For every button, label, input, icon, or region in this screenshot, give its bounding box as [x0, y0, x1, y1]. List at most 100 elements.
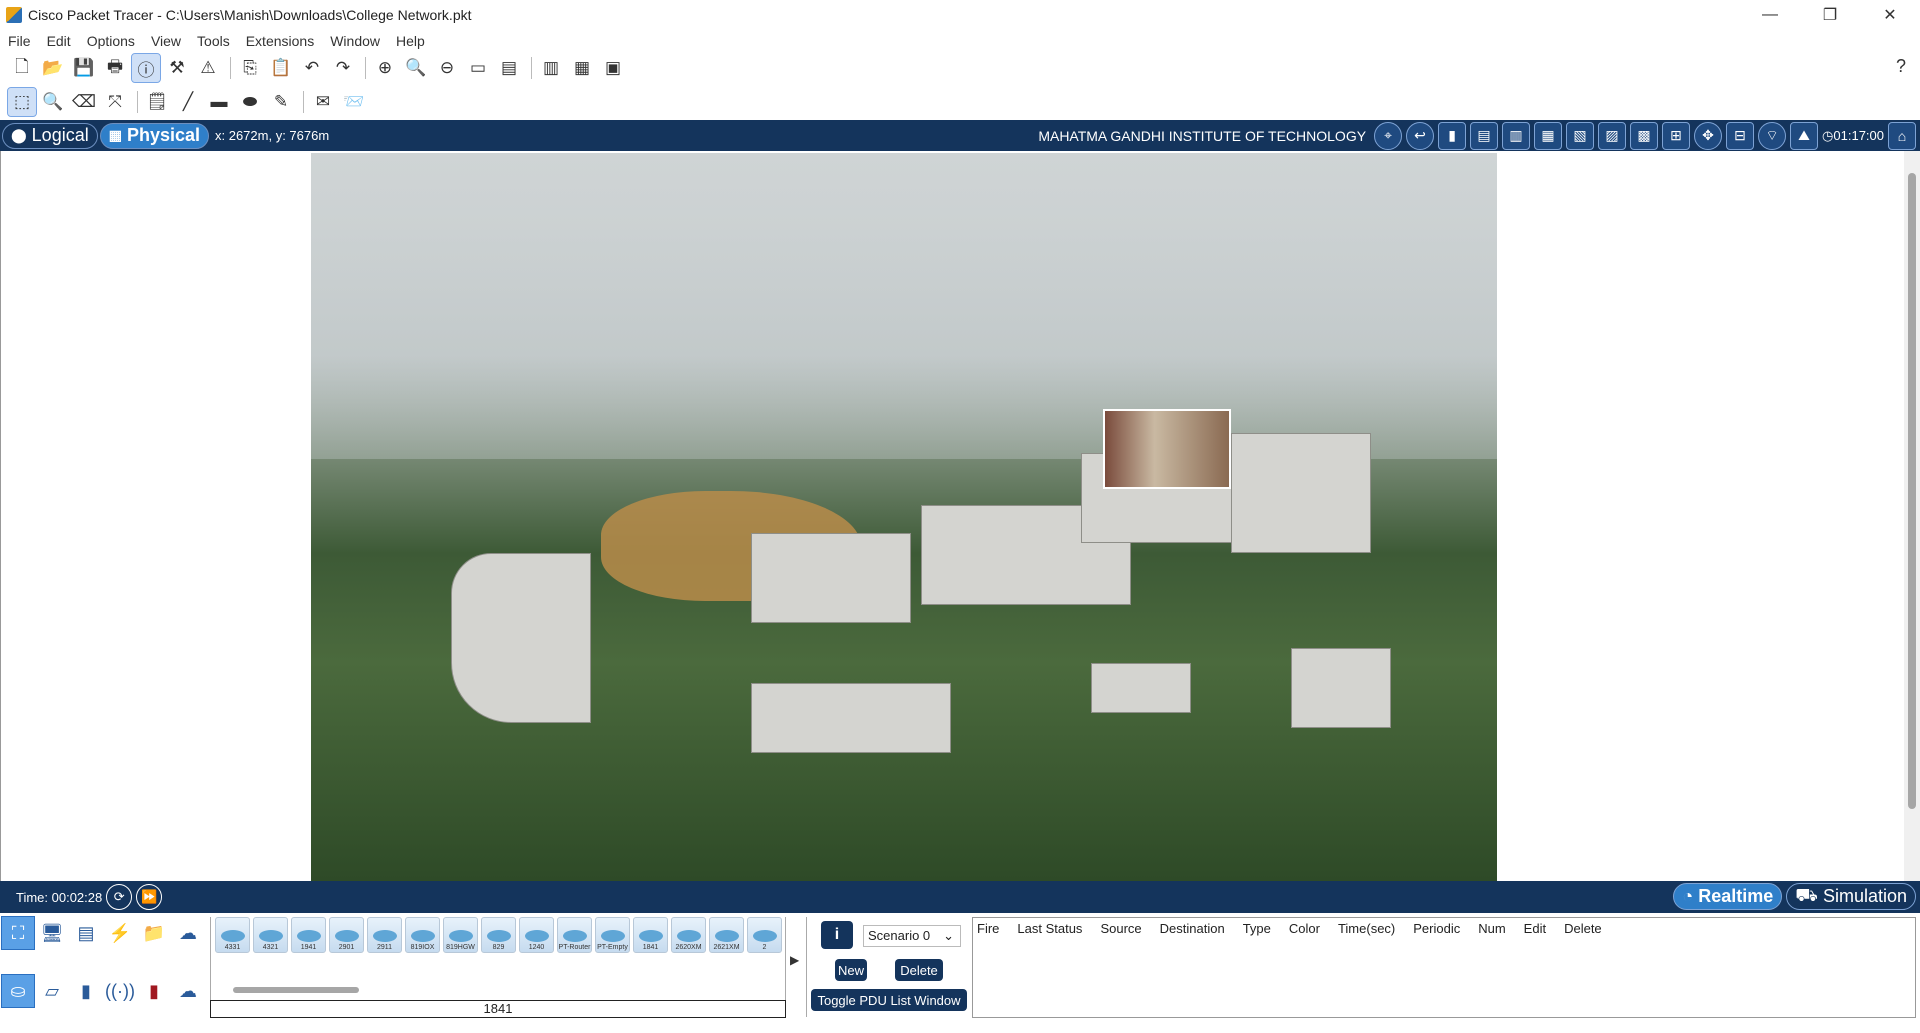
new-file-icon[interactable]: 🗋	[8, 54, 36, 82]
menu-help[interactable]: Help	[396, 33, 425, 49]
pan-icon[interactable]: ✥	[1694, 121, 1723, 150]
move-object-icon[interactable]: ▩	[1630, 121, 1659, 150]
vertical-scrollbar[interactable]	[1904, 151, 1920, 881]
grid-icon[interactable]: ⊞	[1662, 121, 1691, 150]
freeform-icon[interactable]: ✎	[267, 88, 295, 116]
new-closet-icon[interactable]: ▤	[1470, 121, 1499, 150]
physical-workspace[interactable]	[0, 151, 1920, 881]
menu-window[interactable]: Window	[330, 33, 380, 49]
undo-icon[interactable]: ↶	[298, 54, 326, 82]
menu-edit[interactable]: Edit	[47, 33, 71, 49]
close-button[interactable]: ✕	[1860, 0, 1920, 30]
device-pt-router[interactable]: PT-Router	[557, 917, 592, 953]
device-2911[interactable]: 2911	[367, 917, 402, 953]
security-icon[interactable]: ▮	[138, 975, 170, 1007]
college-building-thumbnail[interactable]	[1103, 409, 1231, 489]
device-1841[interactable]: 1841	[633, 917, 668, 953]
tab-physical[interactable]: ▦ Physical	[99, 122, 209, 149]
network-devices-icon[interactable]: ⛶	[1, 916, 35, 950]
components-icon[interactable]: ▤	[70, 917, 102, 949]
resize-tool-icon[interactable]: ⤧	[101, 88, 129, 116]
new-rack-icon[interactable]: ▥	[1502, 121, 1531, 150]
menu-extensions[interactable]: Extensions	[246, 33, 314, 49]
complex-pdu-icon[interactable]: 📨	[340, 88, 368, 116]
redo-icon[interactable]: ↷	[329, 54, 357, 82]
device-819hgw[interactable]: 819HGW	[443, 917, 478, 953]
device-4321[interactable]: 4321	[253, 917, 288, 953]
draw-line-icon[interactable]: ╱	[174, 88, 202, 116]
routers-icon[interactable]: ⛀	[1, 974, 35, 1008]
power-cycle-icon[interactable]: ⟳	[106, 884, 133, 910]
help-icon[interactable]: ?	[1896, 56, 1906, 77]
connections-icon[interactable]: ⚡	[104, 917, 136, 949]
server-rack-icon[interactable]: ▦	[568, 54, 596, 82]
drawing-palette-icon[interactable]: ▭	[464, 54, 492, 82]
device-2620xm[interactable]: 2620XM	[671, 917, 706, 953]
background-image-icon[interactable]: ⛰	[1790, 121, 1819, 150]
scenario-select[interactable]: Scenario 0 ⌄	[863, 925, 961, 947]
device-1941[interactable]: 1941	[291, 917, 326, 953]
select-tool-icon[interactable]: ⬚	[7, 87, 37, 117]
save-icon[interactable]: 💾	[70, 54, 98, 82]
device-2901[interactable]: 2901	[329, 917, 364, 953]
device-819iox[interactable]: 819IOX	[405, 917, 440, 953]
zoom-reset-icon[interactable]: 🔍	[402, 54, 430, 82]
menu-view[interactable]: View	[151, 33, 181, 49]
working-closet-icon[interactable]: ⊟	[1726, 121, 1755, 150]
end-devices-icon[interactable]: 🖥	[36, 917, 68, 949]
network-info-icon[interactable]: ⚒	[163, 54, 191, 82]
viewport-icon[interactable]: ▣	[599, 54, 627, 82]
notes-icon[interactable]: ▥	[537, 54, 565, 82]
new-scenario-button[interactable]: New	[835, 959, 867, 981]
vertical-scroll-thumb[interactable]	[1908, 173, 1916, 809]
toggle-pdu-list-button[interactable]: Toggle PDU List Window	[811, 989, 967, 1011]
copy-icon[interactable]: ⎘	[236, 54, 264, 82]
new-building-icon[interactable]: ▮	[1438, 121, 1467, 150]
menu-tools[interactable]: Tools	[197, 33, 230, 49]
scenario-info-button[interactable]: i	[821, 921, 853, 949]
custom-devices-icon[interactable]: ⚠	[194, 54, 222, 82]
device-pt-empty[interactable]: PT-Empty	[595, 917, 630, 953]
paste-icon[interactable]: 📋	[267, 54, 295, 82]
inspect-tool-icon[interactable]: 🔍	[39, 88, 67, 116]
simulation-button[interactable]: ⛟ Simulation	[1786, 883, 1916, 910]
hubs-icon[interactable]: ▮	[70, 975, 102, 1007]
menu-file[interactable]: File	[8, 33, 31, 49]
custom-device-dialog-icon[interactable]: ▤	[495, 54, 523, 82]
activity-wizard-icon[interactable]: ⓘ	[131, 53, 161, 83]
wan-emulation-icon[interactable]: ☁	[172, 975, 204, 1007]
fast-forward-icon[interactable]: ⏩	[136, 884, 163, 910]
device-1240[interactable]: 1240	[519, 917, 554, 953]
multiuser-icon[interactable]: ☁	[172, 917, 204, 949]
device-list-scrollbar[interactable]	[233, 987, 359, 993]
delete-tool-icon[interactable]: ⌫	[70, 88, 98, 116]
device-829[interactable]: 829	[481, 917, 516, 953]
switches-icon[interactable]: ▱	[36, 975, 68, 1007]
draw-rectangle-icon[interactable]: ▬	[205, 88, 233, 116]
device-partial[interactable]: 2	[747, 917, 782, 953]
wireless-icon[interactable]: ⌔	[1758, 121, 1787, 150]
device-4331[interactable]: 4331	[215, 917, 250, 953]
home-icon[interactable]: ⌂	[1888, 121, 1916, 150]
draw-ellipse-icon[interactable]: ⬬	[236, 88, 264, 116]
minimize-button[interactable]: —	[1740, 0, 1800, 30]
zoom-out-icon[interactable]: ⊖	[433, 54, 461, 82]
wireless-devices-icon[interactable]: ((·))	[104, 975, 136, 1007]
tab-logical[interactable]: ⬤ Logical	[2, 122, 98, 149]
realtime-button[interactable]: ◔ Realtime	[1673, 883, 1783, 910]
expand-arrow-icon[interactable]: ▶	[790, 953, 799, 967]
new-container-icon[interactable]: ▨	[1598, 121, 1627, 150]
menu-options[interactable]: Options	[87, 33, 135, 49]
simple-pdu-icon[interactable]: ✉	[309, 88, 337, 116]
zoom-in-icon[interactable]: ⊕	[371, 54, 399, 82]
new-table-icon[interactable]: ▦	[1534, 121, 1563, 150]
back-icon[interactable]: ↩	[1406, 121, 1435, 150]
navigation-icon[interactable]: ⌖	[1374, 121, 1403, 150]
print-icon[interactable]: 🖶	[101, 54, 129, 82]
miscellaneous-icon[interactable]: 📁	[138, 917, 170, 949]
delete-scenario-button[interactable]: Delete	[895, 959, 943, 981]
open-folder-icon[interactable]: 📂	[39, 54, 67, 82]
restore-button[interactable]: ❐	[1800, 0, 1860, 30]
place-note-icon[interactable]: 🗒	[143, 88, 171, 116]
new-city-icon[interactable]: ▧	[1566, 121, 1595, 150]
